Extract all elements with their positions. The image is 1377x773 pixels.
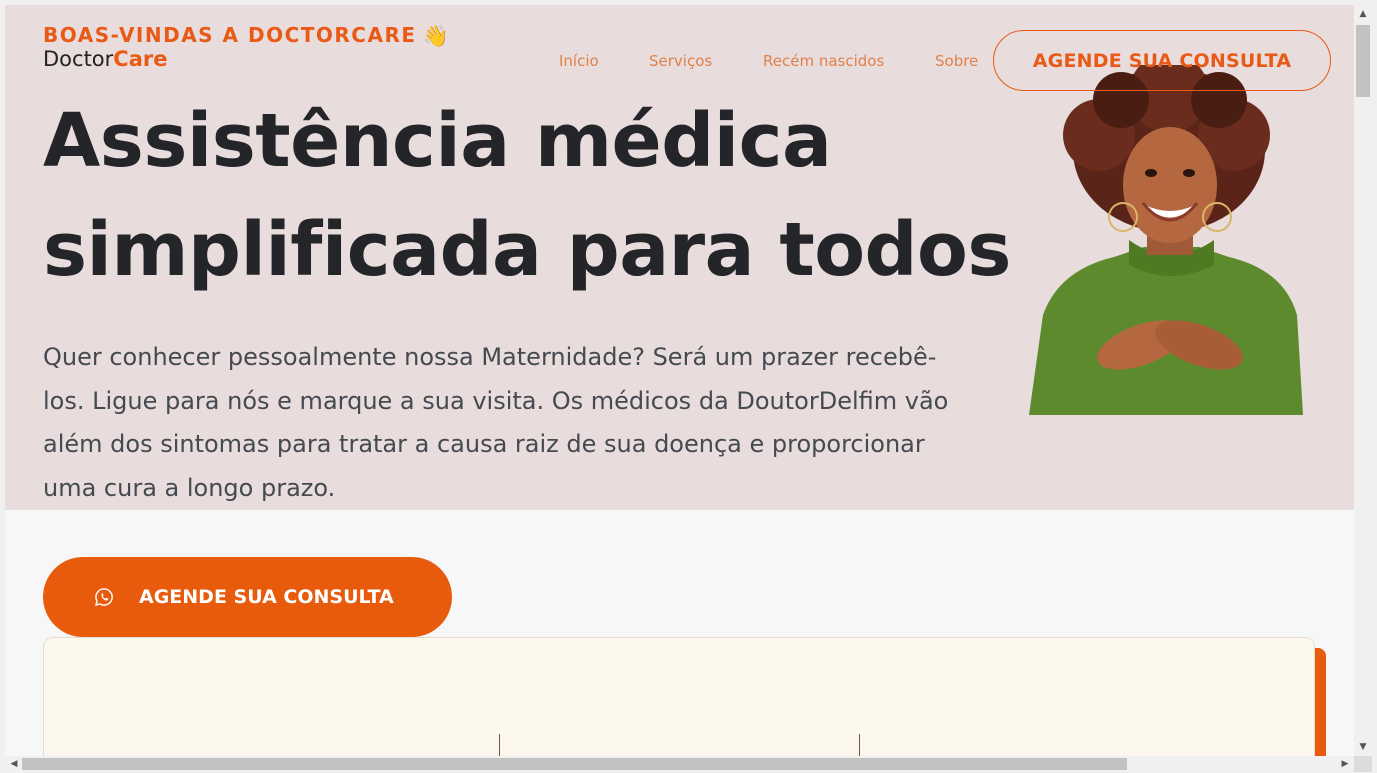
horizontal-scroll-thumb[interactable]	[22, 758, 1127, 770]
hero-section: BOAS-VINDAS A DOCTORCARE 👋 DoctorCare Iní…	[5, 5, 1354, 510]
nav-link-inicio[interactable]: Início	[559, 52, 599, 70]
whatsapp-icon	[93, 586, 115, 608]
scrollbar-corner	[1354, 756, 1372, 772]
header-schedule-button[interactable]: AGENDE SUA CONSULTA	[993, 30, 1331, 91]
nav-link-servicos[interactable]: Serviços	[649, 52, 712, 70]
vertical-scrollbar[interactable]: ▲ ▼	[1354, 5, 1372, 756]
welcome-tagline: BOAS-VINDAS A DOCTORCARE 👋	[43, 23, 450, 49]
hero-title-line-2: simplificada para todos	[43, 207, 1011, 293]
scroll-right-icon[interactable]: ▶	[1336, 756, 1354, 772]
hero-woman-image	[1029, 65, 1303, 415]
hero-title-line-1: Assistência médica	[43, 98, 832, 184]
nav-link-recem-nascidos[interactable]: Recém nascidos	[763, 52, 884, 70]
card-divider	[859, 734, 860, 756]
schedule-consultation-label: AGENDE SUA CONSULTA	[139, 586, 394, 608]
scroll-down-icon[interactable]: ▼	[1354, 739, 1372, 755]
page-viewport: BOAS-VINDAS A DOCTORCARE 👋 DoctorCare Iní…	[5, 5, 1354, 756]
nav-link-sobre[interactable]: Sobre	[935, 52, 978, 70]
hero-description: Quer conhecer pessoalmente nossa Materni…	[43, 343, 949, 502]
scroll-up-icon[interactable]: ▲	[1354, 6, 1372, 22]
stats-card	[43, 637, 1315, 756]
schedule-consultation-button[interactable]: AGENDE SUA CONSULTA	[43, 557, 452, 637]
scroll-left-icon[interactable]: ◀	[5, 756, 23, 772]
card-divider	[499, 734, 500, 756]
waving-hand-icon: 👋	[422, 24, 451, 48]
horizontal-scrollbar[interactable]: ◀ ▶	[5, 756, 1354, 772]
hero-title: Assistência médica simplificada para tod…	[43, 87, 1023, 305]
vertical-scroll-thumb[interactable]	[1356, 25, 1370, 97]
welcome-text: BOAS-VINDAS A DOCTORCARE	[43, 23, 417, 47]
